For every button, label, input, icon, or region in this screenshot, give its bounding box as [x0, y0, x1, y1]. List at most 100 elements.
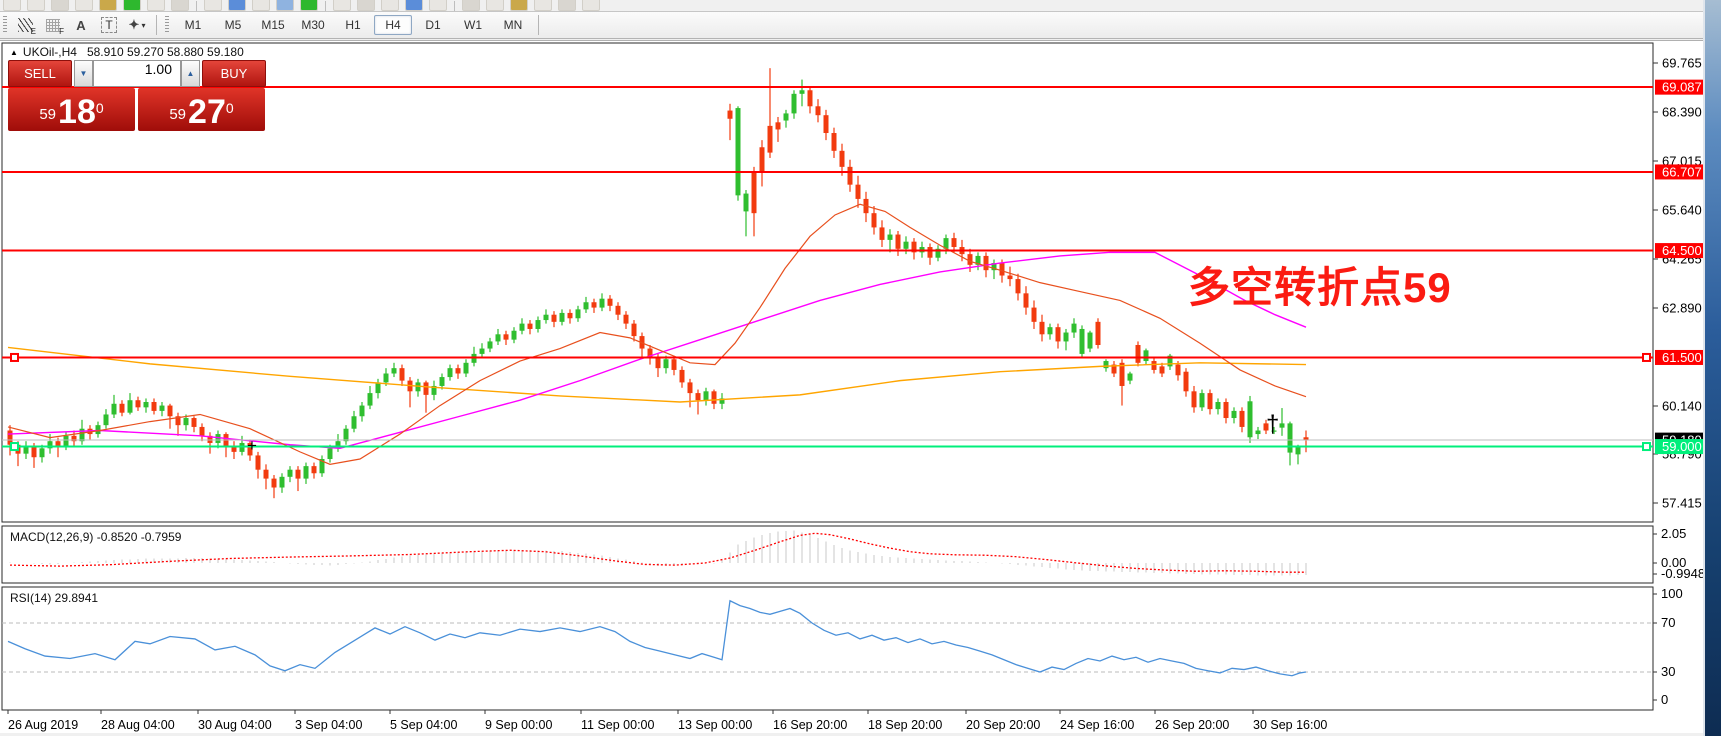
toolbar-icon[interactable]	[228, 0, 246, 11]
bid-price-display[interactable]: 59 18 0	[8, 88, 135, 131]
timeframe-button-H4[interactable]: H4	[374, 15, 412, 35]
timeframe-button-D1[interactable]: D1	[414, 15, 452, 35]
timeframe-button-M30[interactable]: M30	[294, 15, 332, 35]
timeframe-button-M5[interactable]: M5	[214, 15, 252, 35]
toolbar-separator	[538, 15, 539, 35]
toolbar-icon[interactable]	[381, 0, 399, 11]
toolbar-icon[interactable]	[171, 0, 189, 11]
toolbar-icon[interactable]	[147, 0, 165, 11]
candle-body	[928, 247, 933, 258]
candle	[1136, 341, 1141, 366]
shapes-dropdown-icon[interactable]: ✦▾	[126, 15, 148, 35]
time-axis-label[interactable]: 9 Sep 00:00	[485, 718, 552, 732]
candle-body	[104, 414, 109, 425]
toolbar-icon[interactable]	[204, 0, 222, 11]
candle-body	[1024, 293, 1029, 307]
toolbar-icon[interactable]	[27, 0, 45, 11]
candle-body	[656, 357, 661, 368]
toolbar-icon[interactable]	[333, 0, 351, 11]
hline-handle[interactable]	[11, 354, 18, 361]
price-axis-label: 60.140	[1662, 398, 1702, 413]
chart-marker[interactable]: †	[1266, 411, 1279, 438]
candle-body	[1216, 402, 1221, 409]
time-axis-label[interactable]: 28 Aug 04:00	[101, 718, 175, 732]
timeframe-button-MN[interactable]: MN	[494, 15, 532, 35]
price-axis-label: 68.390	[1662, 104, 1702, 119]
hline-handle[interactable]	[1643, 354, 1650, 361]
chart-annotation-text[interactable]: 多空转折点59	[1188, 254, 1452, 315]
candle-body	[1016, 279, 1021, 293]
timeframe-button-H1[interactable]: H1	[334, 15, 372, 35]
price-axis-label: 57.415	[1662, 496, 1702, 511]
timeframe-button-M1[interactable]: M1	[174, 15, 212, 35]
ask-price-small: 59	[169, 102, 186, 128]
candle-body	[952, 238, 957, 247]
candle-body	[288, 470, 293, 477]
volume-decrease-button[interactable]: ▼	[74, 60, 93, 87]
candle-body	[1048, 327, 1053, 334]
toolbar-icon[interactable]	[51, 0, 69, 11]
letter-a-icon[interactable]: A	[70, 15, 92, 35]
hline-handle[interactable]	[11, 443, 18, 450]
collapse-arrow-icon[interactable]: ▲	[10, 48, 18, 57]
time-axis-label[interactable]: 18 Sep 20:00	[868, 718, 942, 732]
time-axis-label[interactable]: 24 Sep 16:00	[1060, 718, 1134, 732]
toolbar-icon[interactable]	[558, 0, 576, 11]
toolbar-icon[interactable]	[582, 0, 600, 11]
one-click-trading-panel: SELL ▼ 1.00 ▲ BUY 59 18 0 59 27 0	[8, 60, 266, 131]
window-border[interactable]	[1705, 0, 1721, 736]
volume-input[interactable]: 1.00	[93, 60, 181, 87]
candle-body	[400, 368, 405, 380]
toolbar-drag-handle[interactable]	[165, 16, 169, 34]
hatch-e-icon[interactable]: E	[14, 15, 36, 35]
time-axis-label[interactable]: 26 Aug 2019	[8, 718, 78, 732]
candle-body	[1000, 263, 1005, 275]
top-toolbar-strip	[0, 0, 1705, 12]
candle-body	[152, 402, 157, 411]
toolbar-icon[interactable]	[405, 0, 423, 11]
candle-body	[1040, 322, 1045, 334]
sell-button[interactable]: SELL	[8, 60, 72, 87]
toolbar-icon[interactable]	[429, 0, 447, 11]
volume-increase-button[interactable]: ▲	[181, 60, 200, 87]
toolbar-icon[interactable]	[510, 0, 528, 11]
time-axis-label[interactable]: 3 Sep 04:00	[295, 718, 362, 732]
time-axis-label[interactable]: 30 Aug 04:00	[198, 718, 272, 732]
time-axis-label[interactable]: 16 Sep 20:00	[773, 718, 847, 732]
toolbar-icon[interactable]	[123, 0, 141, 11]
toolbar-icon[interactable]	[75, 0, 93, 11]
toolbar-drag-handle[interactable]	[3, 16, 7, 34]
candle-body	[712, 391, 717, 403]
time-axis-label[interactable]: 11 Sep 00:00	[581, 718, 654, 732]
toolbar-icon[interactable]	[276, 0, 294, 11]
rsi-scale-label: 0	[1661, 692, 1668, 707]
timeframe-button-M15[interactable]: M15	[254, 15, 292, 35]
candle-body	[112, 404, 117, 415]
text-tool-icon[interactable]: T	[98, 15, 120, 35]
toolbar-separator	[454, 1, 455, 11]
buy-button[interactable]: BUY	[202, 60, 266, 87]
hline-handle[interactable]	[1643, 443, 1650, 450]
time-axis-label[interactable]: 20 Sep 20:00	[966, 718, 1040, 732]
toolbar-icon[interactable]	[3, 0, 21, 11]
ask-price-sup: 0	[226, 88, 234, 128]
time-axis-label[interactable]: 13 Sep 00:00	[678, 718, 752, 732]
toolbar-icon[interactable]	[486, 0, 504, 11]
candle-body	[800, 90, 805, 94]
rsi-indicator-label: RSI(14) 29.8941	[10, 591, 98, 605]
grid-f-icon[interactable]: F	[42, 15, 64, 35]
toolbar-icon[interactable]	[300, 0, 318, 11]
toolbar-icon[interactable]	[462, 0, 480, 11]
chart-marker[interactable]: +	[247, 436, 257, 455]
toolbar-icon[interactable]	[534, 0, 552, 11]
toolbar-icon[interactable]	[357, 0, 375, 11]
ask-price-display[interactable]: 59 27 0	[138, 88, 265, 131]
toolbar-icon[interactable]	[99, 0, 117, 11]
timeframe-button-W1[interactable]: W1	[454, 15, 492, 35]
time-axis-label[interactable]: 26 Sep 20:00	[1155, 718, 1229, 732]
candle-body	[752, 172, 757, 213]
toolbar-icon[interactable]	[252, 0, 270, 11]
time-axis-label[interactable]: 30 Sep 16:00	[1253, 718, 1327, 732]
time-axis-label[interactable]: 5 Sep 04:00	[390, 718, 457, 732]
candle-body	[1064, 333, 1069, 342]
